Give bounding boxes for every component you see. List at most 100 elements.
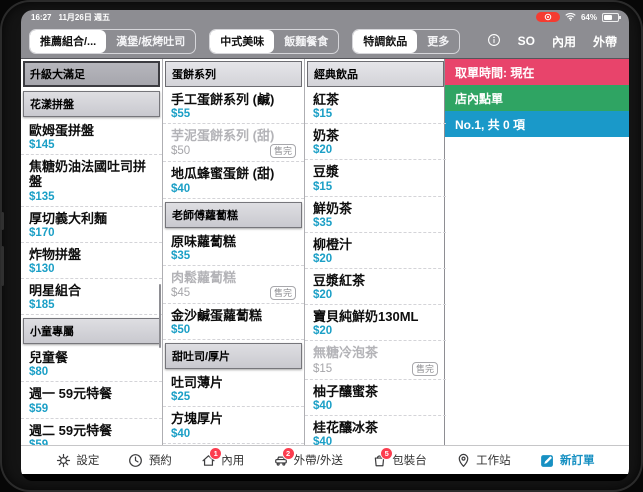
item-price: $50	[171, 324, 190, 336]
toolbar-gear-button[interactable]: 設定	[55, 452, 99, 468]
item-name: 厚切義大利麵	[29, 211, 154, 226]
item-price: $59	[29, 439, 48, 445]
menu-item[interactable]: 寶貝純鮮奶130ML$20	[305, 305, 446, 341]
category-header[interactable]: 升級大滿足	[23, 61, 160, 87]
count-badge: 2	[282, 447, 295, 460]
menu-item[interactable]: 方塊厚片$40	[163, 407, 304, 443]
store-code[interactable]: SO	[518, 34, 535, 48]
pickup-time-bar[interactable]: 取單時間: 現在	[445, 59, 629, 85]
section-header: 小童專屬	[23, 318, 160, 344]
item-name: 柚子釀蜜茶	[313, 384, 438, 399]
toolbar-clock-button[interactable]: 預約	[128, 452, 172, 468]
category-nav-bar: 推薦組合/...漢堡/板烤吐司中式美味飯麵餐食特調飲品更多 SO 內用 外帶	[21, 24, 629, 59]
battery-percent: 64%	[581, 13, 597, 22]
menu-item[interactable]: 炸物拼盤$130	[21, 243, 162, 279]
category-tab-2-0[interactable]: 特調飲品	[353, 30, 417, 53]
menu-item[interactable]: 地瓜蜂蜜蛋餅 (甜)$40	[163, 162, 304, 198]
bottom-bezel-gap	[21, 474, 629, 481]
tab-groups: 推薦組合/...漢堡/板烤吐司中式美味飯麵餐食特調飲品更多	[29, 29, 460, 54]
takeout-toggle[interactable]: 外帶	[593, 33, 617, 50]
item-name: 柳橙汁	[313, 237, 438, 252]
menu-item[interactable]: 豆漿紅茶$20	[305, 269, 446, 305]
item-name: 鮮奶茶	[313, 201, 438, 216]
item-price: $59	[29, 403, 48, 415]
scrollbar-thumb[interactable]	[159, 284, 161, 348]
menu-item[interactable]: 肉鬆蘿蔔糕$45售完	[163, 266, 304, 304]
screen-recording-icon[interactable]	[536, 12, 560, 22]
tab-group: 特調飲品更多	[352, 29, 460, 54]
item-price: $20	[313, 253, 332, 265]
menu-item[interactable]: 紅茶$15	[305, 88, 446, 124]
menu-item[interactable]: 奶茶$20	[305, 124, 446, 160]
toolbar-label: 外帶/外送	[294, 452, 343, 468]
menu-item[interactable]: 豆漿 $15	[305, 160, 446, 196]
menu-item[interactable]: 金沙鹹蛋蘿蔔糕$50	[163, 304, 304, 340]
category-tab-1-0[interactable]: 中式美味	[210, 30, 274, 53]
menu-item[interactable]: 手工蛋餅系列 (鹹)$55	[163, 88, 304, 124]
info-icon[interactable]	[487, 33, 501, 50]
order-channel-bar[interactable]: 店內點單	[445, 85, 629, 111]
toolbar-label: 預約	[149, 452, 172, 468]
menu-item-list: 紅茶$15奶茶$20豆漿$15鮮奶茶$35柳橙汁$20豆漿紅茶$20寶貝純鮮奶1…	[305, 88, 446, 445]
category-header[interactable]: 蛋餅系列	[165, 61, 302, 87]
toolbar-pin-button[interactable]: 工作站	[455, 452, 511, 468]
toolbar-bag-button[interactable]: 5包裝台	[371, 452, 427, 468]
item-price: $40	[171, 183, 190, 195]
item-name: 炸物拼盤	[29, 247, 154, 262]
item-name: 吐司薄片	[171, 375, 296, 390]
sold-out-badge: 售完	[412, 362, 438, 376]
menu-item[interactable]: 柳橙汁$20	[305, 233, 446, 269]
item-price: $20	[313, 325, 332, 337]
item-name: 肉鬆蘿蔔糕	[171, 270, 296, 285]
volume-up-button[interactable]	[1, 212, 4, 230]
menu-item[interactable]: 柚子釀蜜茶$40	[305, 380, 446, 416]
menu-item[interactable]: 兒童餐$80	[21, 346, 162, 382]
item-name: 豆漿	[313, 164, 438, 179]
volume-down-button[interactable]	[1, 246, 4, 286]
item-price: $80	[29, 366, 48, 378]
menu-item[interactable]: 桂花釀冰茶$40	[305, 416, 446, 445]
bag-icon: 5	[371, 452, 387, 468]
menu-item[interactable]: 週一 59元特餐 $59	[21, 382, 162, 418]
item-price: $185	[29, 299, 55, 311]
menu-item[interactable]: 吐司薄片$25	[163, 371, 304, 407]
menu-column: 經典飲品紅茶$15奶茶$20豆漿$15鮮奶茶$35柳橙汁$20豆漿紅茶$20寶貝…	[305, 59, 447, 445]
item-name: 金沙鹹蛋蘿蔔糕	[171, 308, 296, 323]
main-content: 升級大滿足花漾拼盤歐姆蛋拼盤$145焦糖奶油法國吐司拼盤$135厚切義大利麵$1…	[21, 59, 629, 445]
menu-item-list: 花漾拼盤歐姆蛋拼盤$145焦糖奶油法國吐司拼盤$135厚切義大利麵$170炸物拼…	[21, 88, 162, 445]
dine-in-toggle[interactable]: 內用	[552, 33, 576, 50]
menu-item[interactable]: 歐姆蛋拼盤$145	[21, 119, 162, 155]
order-summary-bar[interactable]: No.1, 共 0 項	[445, 111, 629, 137]
category-tab-0-0[interactable]: 推薦組合/...	[30, 30, 106, 53]
toolbar-car-button[interactable]: 2外帶/外送	[273, 452, 343, 468]
menu-item[interactable]: 焦糖奶油法國吐司拼盤$135	[21, 155, 162, 206]
toolbar-house-button[interactable]: 1內用	[200, 452, 244, 468]
category-header[interactable]: 經典飲品	[307, 61, 444, 87]
item-price: $15	[313, 181, 332, 193]
menu-item[interactable]: 芋泥蛋餅系列 (甜)$50售完	[163, 124, 304, 162]
menu-item[interactable]: 鮮奶茶$35	[305, 197, 446, 233]
category-tab-1-1[interactable]: 飯麵餐食	[274, 30, 338, 53]
item-price: $45	[171, 287, 190, 299]
category-tab-0-1[interactable]: 漢堡/板烤吐司	[106, 30, 195, 53]
menu-item[interactable]: 山形厚片$50	[163, 444, 304, 445]
section-header: 花漾拼盤	[23, 91, 160, 117]
menu-item[interactable]: 週二 59元特餐$59	[21, 419, 162, 445]
item-price: $50	[171, 145, 190, 157]
menu-item[interactable]: 厚切義大利麵$170	[21, 207, 162, 243]
menu-item[interactable]: 無糖冷泡茶$15售完	[305, 341, 446, 379]
pencil-icon	[539, 452, 555, 468]
item-price: $15	[313, 363, 332, 375]
section-header: 老師傅蘿蔔糕	[165, 202, 302, 228]
order-channel-label: 店內點單	[455, 90, 503, 107]
item-name: 週一 59元特餐	[29, 386, 154, 401]
category-tab-2-1[interactable]: 更多	[417, 30, 459, 53]
menu-columns: 升級大滿足花漾拼盤歐姆蛋拼盤$145焦糖奶油法國吐司拼盤$135厚切義大利麵$1…	[21, 59, 444, 445]
item-price: $35	[313, 217, 332, 229]
item-price: $40	[313, 400, 332, 412]
menu-item[interactable]: 原味蘿蔔糕$35	[163, 230, 304, 266]
item-name: 兒童餐	[29, 350, 154, 365]
toolbar-pencil-button[interactable]: 新訂單	[539, 452, 595, 468]
item-price: $130	[29, 263, 55, 275]
menu-item[interactable]: 明星組合$185	[21, 279, 162, 315]
